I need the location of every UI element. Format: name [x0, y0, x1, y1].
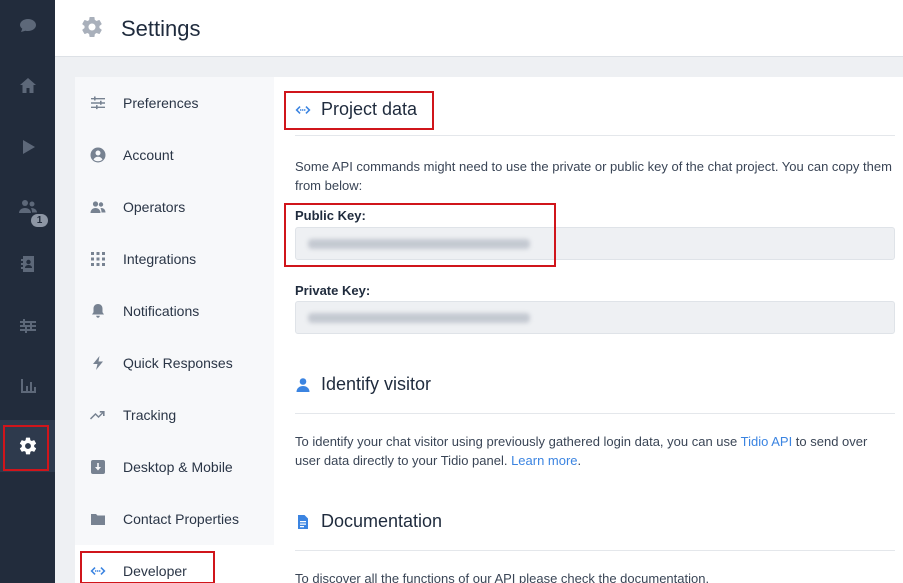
code-icon — [295, 105, 311, 114]
gear-icon — [82, 17, 102, 38]
app-sidebar: 1 — [0, 0, 55, 583]
menu-item-integrations[interactable]: Integrations — [75, 233, 274, 285]
menu-item-quick-responses[interactable]: Quick Responses — [75, 337, 274, 389]
public-key-label: Public Key: — [295, 208, 366, 223]
analytics-icon[interactable] — [0, 360, 55, 412]
menu-item-operators[interactable]: Operators — [75, 181, 274, 233]
project-data-heading: Project data — [295, 99, 417, 120]
menu-item-tracking[interactable]: Tracking — [75, 389, 274, 441]
menu-item-notifications[interactable]: Notifications — [75, 285, 274, 337]
learn-more-link[interactable]: Learn more — [511, 453, 577, 468]
private-key-field[interactable] — [295, 301, 895, 334]
folder-icon — [91, 514, 105, 525]
visitors-icon[interactable] — [0, 181, 55, 233]
public-key-value-redacted — [308, 239, 530, 249]
download-icon — [91, 460, 105, 474]
developer-panel: Project data Some API commands might nee… — [274, 77, 903, 583]
visitors-badge: 1 — [31, 214, 48, 227]
operators-icon — [90, 201, 106, 213]
contacts-icon[interactable] — [0, 238, 55, 290]
identify-visitor-heading: Identify visitor — [295, 374, 431, 395]
lightning-icon — [93, 356, 103, 370]
private-key-label: Private Key: — [295, 283, 371, 298]
user-icon — [296, 377, 310, 392]
sliders-icon[interactable] — [0, 300, 55, 352]
identify-visitor-text: To identify your chat visitor using prev… — [295, 434, 868, 468]
page-title: Settings — [121, 16, 201, 41]
preferences-icon — [91, 96, 105, 110]
home-icon[interactable] — [0, 60, 55, 112]
document-icon — [298, 514, 308, 529]
project-data-description: Some API commands might need to use the … — [295, 159, 892, 193]
chat-icon[interactable] — [0, 0, 55, 52]
account-icon — [90, 147, 106, 163]
tidio-api-link[interactable]: Tidio API — [741, 434, 793, 449]
public-key-field[interactable] — [295, 227, 895, 260]
settings-menu: Preferences Account Operators Integratio… — [75, 77, 274, 583]
menu-item-contact-properties[interactable]: Contact Properties — [75, 493, 274, 545]
divider — [295, 413, 895, 414]
menu-item-developer[interactable]: Developer — [75, 545, 274, 583]
menu-item-preferences[interactable]: Preferences — [75, 77, 274, 129]
page-header: Settings — [55, 0, 903, 57]
menu-item-desktop-mobile[interactable]: Desktop & Mobile — [75, 441, 274, 493]
documentation-text: To discover all the functions of our API… — [295, 571, 710, 583]
documentation-heading: Documentation — [295, 511, 442, 532]
divider — [295, 135, 895, 136]
menu-item-account[interactable]: Account — [75, 129, 274, 181]
code-icon — [90, 567, 106, 575]
settings-gear-icon[interactable] — [0, 420, 55, 472]
divider — [295, 550, 895, 551]
private-key-value-redacted — [308, 313, 530, 323]
integrations-icon — [91, 252, 105, 266]
play-icon[interactable] — [0, 121, 55, 173]
bell-icon — [92, 304, 104, 318]
tracking-icon — [90, 411, 105, 420]
